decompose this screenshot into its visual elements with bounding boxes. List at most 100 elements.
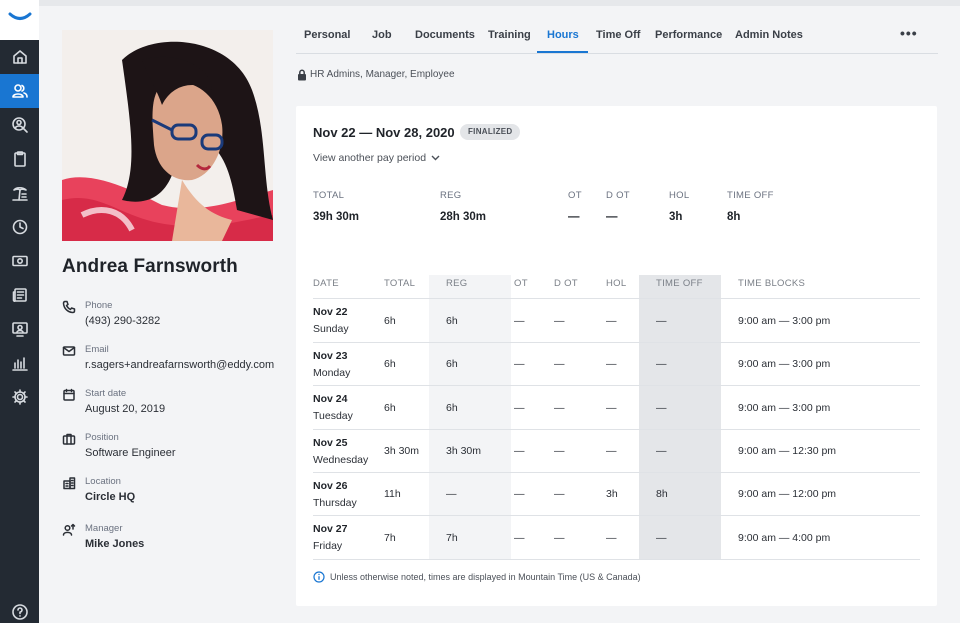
phone-value: (493) 290-3282 xyxy=(85,315,161,327)
nav-time-tracking[interactable] xyxy=(0,210,39,244)
nav-user-search[interactable] xyxy=(0,108,39,142)
row-time-off: — xyxy=(656,315,667,327)
phone-info: Phone (493) 290-3282 xyxy=(62,300,282,330)
row-hol: — xyxy=(606,358,617,370)
table-rule xyxy=(313,298,920,299)
row-dot: — xyxy=(554,358,565,370)
tab-documents[interactable]: Documents xyxy=(415,29,475,41)
briefcase-icon xyxy=(62,432,76,446)
tab-job[interactable]: Job xyxy=(372,29,392,41)
summary-reg-label: REG xyxy=(440,190,462,201)
summary-time-off-label: TIME OFF xyxy=(727,190,774,201)
more-options-button[interactable]: ••• xyxy=(900,25,918,41)
summary-hol-label: HOL xyxy=(669,190,690,201)
row-reg: 6h xyxy=(446,358,458,370)
app-logo[interactable] xyxy=(0,0,39,40)
row-day: Monday xyxy=(313,367,351,379)
summary-total-label: TOTAL xyxy=(313,190,345,201)
row-ot: — xyxy=(514,315,525,327)
nav-training[interactable] xyxy=(0,312,39,346)
tab-admin-notes[interactable]: Admin Notes xyxy=(735,29,803,41)
row-day: Sunday xyxy=(313,323,349,335)
chevron-down-icon xyxy=(431,155,440,161)
access-text: HR Admins, Manager, Employee xyxy=(310,69,455,80)
row-total: 6h xyxy=(384,402,396,414)
row-time-blocks: 9:00 am — 12:30 pm xyxy=(738,445,837,457)
row-hol: — xyxy=(606,315,617,327)
row-total: 3h 30m xyxy=(384,445,420,457)
timezone-note-text: Unless otherwise noted, times are displa… xyxy=(330,572,641,582)
clock-icon xyxy=(12,219,27,235)
location-info: Location Circle HQ xyxy=(62,476,282,506)
time-off-column-highlight xyxy=(639,275,721,560)
row-time-off: 8h xyxy=(656,488,668,500)
tab-hours[interactable]: Hours xyxy=(547,29,579,41)
nav-news[interactable] xyxy=(0,278,39,312)
nav-time-off[interactable] xyxy=(0,176,39,210)
active-tab-indicator xyxy=(537,51,588,53)
row-date: Nov 26 xyxy=(313,480,348,492)
nav-people[interactable] xyxy=(0,74,39,108)
left-nav-rail xyxy=(0,0,39,623)
view-another-period-label: View another pay period xyxy=(313,152,427,164)
nav-reports[interactable] xyxy=(0,346,39,380)
position-label: Position xyxy=(85,432,119,443)
table-rule xyxy=(313,559,920,560)
hours-card xyxy=(296,106,937,606)
table-rule xyxy=(313,429,920,430)
logo-smile-icon xyxy=(8,12,32,20)
row-ot: — xyxy=(514,488,525,500)
nav-payroll[interactable] xyxy=(0,244,39,278)
employee-name: Andrea Farnsworth xyxy=(62,256,238,277)
tab-time-off[interactable]: Time Off xyxy=(596,29,640,41)
location-label: Location xyxy=(85,476,121,487)
tab-training[interactable]: Training xyxy=(488,29,531,41)
view-another-period-link[interactable]: View another pay period xyxy=(313,152,440,164)
tab-performance[interactable]: Performance xyxy=(655,29,722,41)
table-rule xyxy=(313,472,920,473)
calendar-icon xyxy=(62,388,76,402)
row-time-off: — xyxy=(656,402,667,414)
timezone-note: Unless otherwise noted, times are displa… xyxy=(313,571,713,585)
row-dot: — xyxy=(554,532,565,544)
manager-value[interactable]: Mike Jones xyxy=(85,538,144,550)
profile-photo-illustration xyxy=(62,30,273,241)
nav-help[interactable] xyxy=(0,595,39,623)
start-date-info: Start date August 20, 2019 xyxy=(62,388,282,418)
row-total: 11h xyxy=(384,488,401,500)
nav-home[interactable] xyxy=(0,40,39,74)
row-ot: — xyxy=(514,445,525,457)
th-ot: OT xyxy=(514,278,528,289)
row-date: Nov 22 xyxy=(313,306,348,318)
th-reg: REG xyxy=(446,278,468,289)
row-time-blocks: 9:00 am — 3:00 pm xyxy=(738,402,831,414)
th-dot: D OT xyxy=(554,278,578,289)
summary-dot-value: — xyxy=(606,211,618,223)
email-value[interactable]: r.sagers+andreafarnsworth@eddy.com xyxy=(85,359,274,371)
row-reg: 6h xyxy=(446,402,458,414)
nav-settings[interactable] xyxy=(0,380,39,414)
email-info: Email r.sagers+andreafarnsworth@eddy.com xyxy=(62,344,282,374)
tab-personal[interactable]: Personal xyxy=(304,29,350,41)
summary-ot-value: — xyxy=(568,211,580,223)
table-rule xyxy=(313,515,920,516)
settings-icon xyxy=(11,389,28,405)
row-dot: — xyxy=(554,402,565,414)
row-time-off: — xyxy=(656,445,667,457)
nav-clipboard[interactable] xyxy=(0,142,39,176)
lock-icon xyxy=(298,69,306,81)
row-time-blocks: 9:00 am — 12:00 pm xyxy=(738,488,837,500)
reports-icon xyxy=(11,357,28,371)
reg-column-highlight xyxy=(429,275,511,560)
row-time-off: — xyxy=(656,358,667,370)
pay-period-title: Nov 22 — Nov 28, 2020 xyxy=(313,125,455,140)
beach-icon xyxy=(11,186,28,201)
location-value: Circle HQ xyxy=(85,491,136,503)
user-search-icon xyxy=(11,117,28,133)
position-info: Position Software Engineer xyxy=(62,432,282,462)
summary-hol-value: 3h xyxy=(669,211,683,223)
row-ot: — xyxy=(514,402,525,414)
row-reg: 6h xyxy=(446,315,458,327)
row-dot: — xyxy=(554,315,565,327)
money-icon xyxy=(11,255,28,267)
